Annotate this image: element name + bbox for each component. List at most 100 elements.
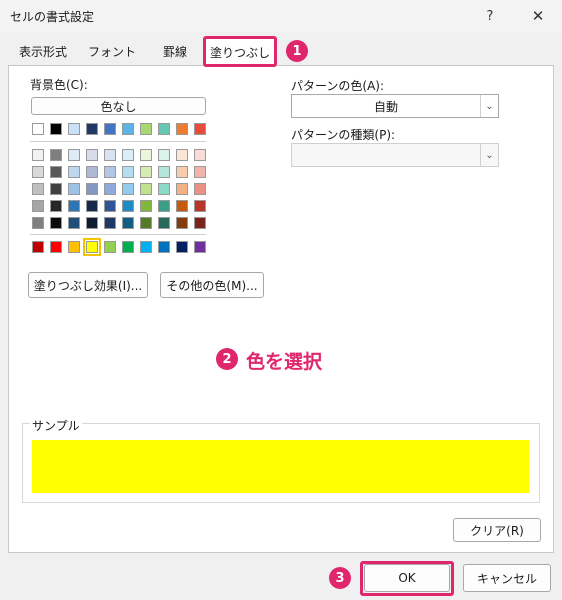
theme-shade-swatch[interactable] bbox=[32, 149, 44, 161]
close-icon[interactable]: ✕ bbox=[518, 0, 558, 32]
ok-highlight bbox=[360, 561, 454, 596]
theme-shade-swatch[interactable] bbox=[176, 217, 188, 229]
theme-shade-swatch[interactable] bbox=[104, 166, 116, 178]
theme-shade-swatch[interactable] bbox=[140, 183, 152, 195]
theme-shade-swatch[interactable] bbox=[104, 217, 116, 229]
standard-color-swatch[interactable] bbox=[176, 241, 188, 253]
tab-highlight bbox=[203, 36, 277, 67]
theme-color-swatch[interactable] bbox=[122, 123, 134, 135]
theme-color-swatch[interactable] bbox=[104, 123, 116, 135]
theme-shade-swatch[interactable] bbox=[68, 166, 80, 178]
theme-shade-swatch[interactable] bbox=[176, 200, 188, 212]
theme-shade-swatch[interactable] bbox=[32, 200, 44, 212]
theme-shade-swatch[interactable] bbox=[86, 149, 98, 161]
theme-shade-swatch[interactable] bbox=[194, 183, 206, 195]
theme-shade-swatch[interactable] bbox=[50, 183, 62, 195]
theme-shade-swatch[interactable] bbox=[32, 217, 44, 229]
theme-shade-swatch[interactable] bbox=[122, 166, 134, 178]
sample-label: サンプル bbox=[30, 417, 82, 434]
theme-color-swatch[interactable] bbox=[140, 123, 152, 135]
theme-shade-swatch[interactable] bbox=[140, 149, 152, 161]
theme-color-swatch[interactable] bbox=[68, 123, 80, 135]
theme-color-swatch[interactable] bbox=[176, 123, 188, 135]
cancel-button[interactable]: キャンセル bbox=[463, 564, 551, 592]
theme-shade-swatch[interactable] bbox=[50, 149, 62, 161]
theme-shade-swatch[interactable] bbox=[158, 149, 170, 161]
tab-border[interactable]: 罫線 bbox=[146, 38, 204, 66]
pattern-color-label: パターンの色(A): bbox=[291, 79, 385, 93]
pattern-style-select[interactable]: ⌄ bbox=[291, 143, 499, 167]
step-badge-2: 2 bbox=[216, 348, 238, 370]
theme-shade-swatch[interactable] bbox=[140, 166, 152, 178]
theme-shade-swatch[interactable] bbox=[122, 149, 134, 161]
theme-shade-swatch[interactable] bbox=[158, 166, 170, 178]
help-button[interactable]: ? bbox=[470, 0, 510, 32]
theme-shade-swatch[interactable] bbox=[122, 217, 134, 229]
theme-shade-swatch[interactable] bbox=[86, 217, 98, 229]
theme-shade-swatch[interactable] bbox=[176, 183, 188, 195]
theme-shade-swatch[interactable] bbox=[50, 200, 62, 212]
theme-shade-swatch[interactable] bbox=[68, 217, 80, 229]
theme-shade-swatch[interactable] bbox=[140, 217, 152, 229]
theme-color-swatch[interactable] bbox=[86, 123, 98, 135]
theme-shade-swatch[interactable] bbox=[194, 200, 206, 212]
theme-shade-swatch[interactable] bbox=[104, 200, 116, 212]
standard-color-swatch[interactable] bbox=[104, 241, 116, 253]
pattern-color-select[interactable]: 自動 ⌄ bbox=[291, 94, 499, 118]
clear-button[interactable]: クリア(R) bbox=[453, 518, 541, 542]
theme-shade-swatch[interactable] bbox=[194, 166, 206, 178]
theme-shade-swatch[interactable] bbox=[32, 166, 44, 178]
theme-shade-swatch[interactable] bbox=[158, 200, 170, 212]
palette-divider bbox=[30, 234, 206, 235]
theme-shade-swatch[interactable] bbox=[194, 217, 206, 229]
theme-shade-swatch[interactable] bbox=[158, 217, 170, 229]
annotation-text: 色を選択 bbox=[246, 351, 323, 373]
theme-shade-swatch[interactable] bbox=[104, 183, 116, 195]
tab-bar-filler bbox=[276, 38, 554, 66]
standard-color-swatch[interactable] bbox=[140, 241, 152, 253]
theme-color-swatch[interactable] bbox=[194, 123, 206, 135]
tab-number-format[interactable]: 表示形式 bbox=[8, 38, 78, 66]
standard-color-swatch[interactable] bbox=[158, 241, 170, 253]
chevron-down-icon[interactable]: ⌄ bbox=[480, 95, 498, 117]
theme-shade-swatch[interactable] bbox=[122, 183, 134, 195]
theme-color-swatch[interactable] bbox=[158, 123, 170, 135]
theme-color-swatch[interactable] bbox=[50, 123, 62, 135]
chevron-down-icon[interactable]: ⌄ bbox=[480, 144, 498, 166]
standard-color-swatch[interactable] bbox=[122, 241, 134, 253]
no-color-button[interactable]: 色なし bbox=[31, 97, 206, 115]
title-bar: セルの書式設定 ? ✕ bbox=[0, 0, 562, 32]
theme-shade-swatch[interactable] bbox=[140, 200, 152, 212]
theme-shade-swatch[interactable] bbox=[50, 166, 62, 178]
background-color-label: 背景色(C): bbox=[30, 78, 88, 92]
standard-color-swatch[interactable] bbox=[50, 241, 62, 253]
tab-bar: 表示形式 フォント 罫線 塗りつぶし bbox=[8, 38, 554, 66]
theme-shade-swatch[interactable] bbox=[86, 166, 98, 178]
theme-shade-swatch[interactable] bbox=[176, 166, 188, 178]
theme-color-swatch[interactable] bbox=[32, 123, 44, 135]
fill-effects-button[interactable]: 塗りつぶし効果(I)... bbox=[28, 272, 148, 298]
theme-shade-swatch[interactable] bbox=[122, 200, 134, 212]
step-badge-3: 3 bbox=[329, 567, 351, 589]
standard-color-swatch[interactable] bbox=[68, 241, 80, 253]
theme-shade-swatch[interactable] bbox=[86, 200, 98, 212]
theme-shade-swatch[interactable] bbox=[32, 183, 44, 195]
theme-shade-swatch[interactable] bbox=[68, 149, 80, 161]
theme-shade-swatch[interactable] bbox=[194, 149, 206, 161]
tab-font[interactable]: フォント bbox=[78, 38, 146, 66]
theme-shade-swatch[interactable] bbox=[158, 183, 170, 195]
sample-preview bbox=[32, 440, 529, 493]
theme-shade-swatch[interactable] bbox=[50, 217, 62, 229]
standard-color-swatch[interactable] bbox=[194, 241, 206, 253]
theme-shade-swatch[interactable] bbox=[68, 183, 80, 195]
theme-shade-swatch[interactable] bbox=[68, 200, 80, 212]
standard-color-swatch[interactable] bbox=[83, 238, 101, 256]
theme-shade-swatch[interactable] bbox=[86, 183, 98, 195]
more-colors-button[interactable]: その他の色(M)... bbox=[160, 272, 264, 298]
palette-divider bbox=[30, 141, 206, 142]
theme-shade-swatch[interactable] bbox=[176, 149, 188, 161]
standard-color-swatch[interactable] bbox=[32, 241, 44, 253]
theme-shade-swatch[interactable] bbox=[104, 149, 116, 161]
dialog-title: セルの書式設定 bbox=[10, 10, 95, 24]
pattern-color-value: 自動 bbox=[373, 99, 398, 114]
